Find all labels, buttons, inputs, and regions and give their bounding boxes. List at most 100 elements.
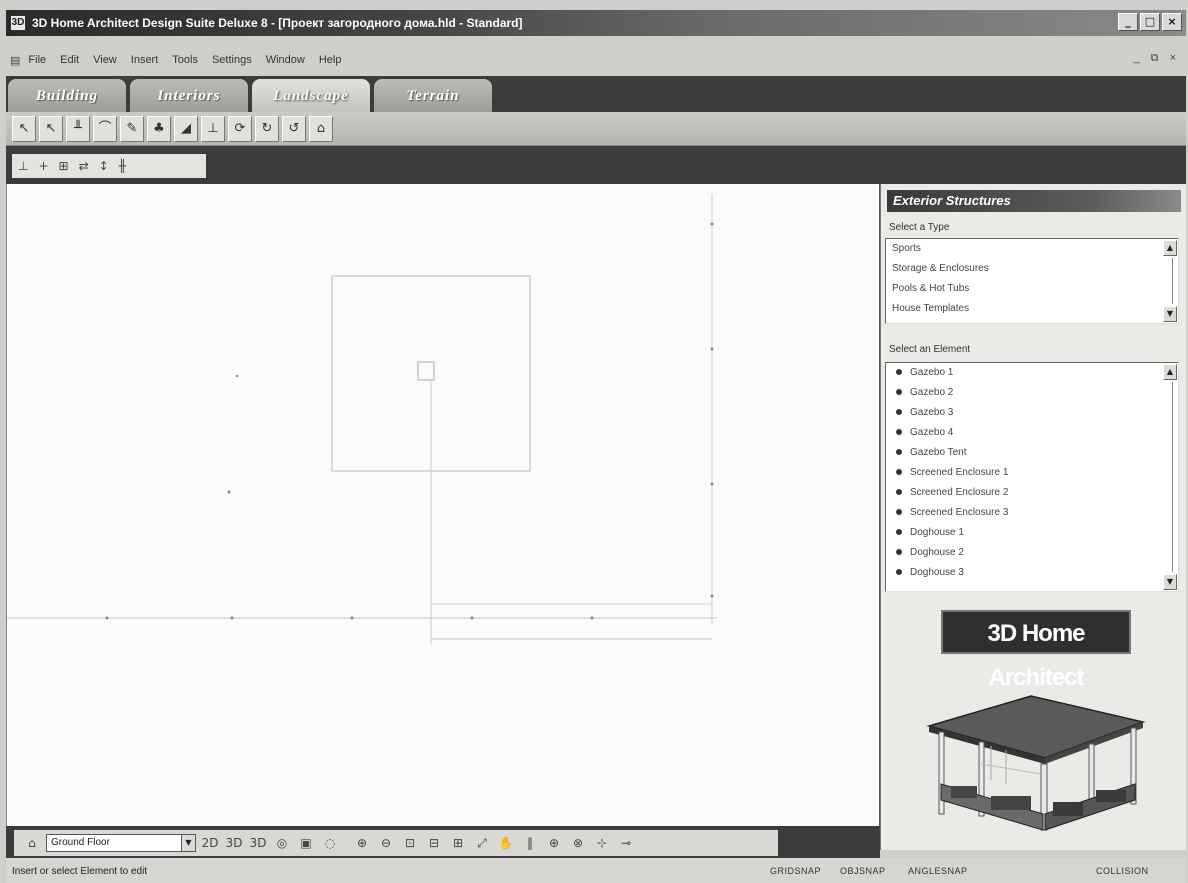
align-icon[interactable]: ⊥ <box>18 159 28 173</box>
list-item[interactable]: Gazebo 3 <box>886 403 1178 423</box>
menu-help[interactable]: Help <box>319 54 342 66</box>
plan-canvas[interactable] <box>6 184 880 850</box>
edit-tool-group: ⊥ + ⊞ ⇄ ↕ ╫ <box>12 154 206 178</box>
bullet-icon <box>896 469 902 476</box>
anglesnap-indicator[interactable]: ANGLESNAP <box>908 866 968 876</box>
view-3d-button[interactable]: 3D <box>224 833 244 853</box>
tab-interiors[interactable]: Interiors <box>130 79 248 112</box>
gridsnap-indicator[interactable]: GRIDSNAP <box>770 866 821 876</box>
house-icon[interactable]: ⌂ <box>309 115 333 142</box>
bullet-icon <box>896 549 902 556</box>
type-item[interactable]: Storage & Enclosures <box>886 259 1178 279</box>
cross-icon[interactable]: ⊗ <box>568 833 588 853</box>
floor-select[interactable]: Ground Floor ▼ <box>46 834 196 852</box>
app-icon[interactable]: 3D <box>10 15 26 31</box>
resize-icon[interactable]: ↕ <box>99 159 109 173</box>
bullet-icon <box>896 489 902 496</box>
type-item[interactable]: Pools & Hot Tubs <box>886 279 1178 299</box>
layers-icon[interactable]: ▣ <box>296 833 316 853</box>
type-item[interactable]: Sports <box>886 239 1178 259</box>
grid-icon[interactable]: ⊞ <box>59 159 69 173</box>
select-plus-icon[interactable]: ↖ <box>39 115 63 142</box>
list-item[interactable]: Screened Enclosure 3 <box>886 503 1178 523</box>
element-listbox[interactable]: Gazebo 1 Gazebo 2 Gazebo 3 Gazebo 4 Gaze… <box>885 362 1179 592</box>
menu-window[interactable]: Window <box>266 54 305 66</box>
view-toolbar: ⌂ Ground Floor ▼ 2D 3D 3D ◎ ▣ ◌ ⊕ ⊖ ⊡ ⊟ … <box>6 826 880 858</box>
lasso-icon[interactable]: ↺ <box>282 115 306 142</box>
title-bar[interactable]: 3D 3D Home Architect Design Suite Deluxe… <box>6 10 1186 36</box>
document-icon[interactable]: ▤ <box>10 54 20 67</box>
view-2d-button[interactable]: 2D <box>200 833 220 853</box>
tab-building[interactable]: Building <box>8 79 126 112</box>
scroll-down-icon[interactable]: ▼ <box>1163 306 1177 322</box>
type-item[interactable]: House Templates <box>886 299 1178 319</box>
zoom-window-icon[interactable]: ⊡ <box>400 833 420 853</box>
type-scrollbar[interactable]: ▲ ▼ <box>1163 240 1177 322</box>
element-scrollbar[interactable]: ▲ ▼ <box>1163 364 1177 590</box>
zoom-previous-icon[interactable]: ⊟ <box>424 833 444 853</box>
collision-indicator[interactable]: COLLISION <box>1096 866 1149 876</box>
rotate-view-icon[interactable]: ◌ <box>320 833 340 853</box>
menu-edit[interactable]: Edit <box>60 54 79 66</box>
pencil-icon[interactable]: ✎ <box>120 115 144 142</box>
menu-insert[interactable]: Insert <box>131 54 159 66</box>
minimize-button[interactable]: _ <box>1118 13 1138 31</box>
menu-tools[interactable]: Tools <box>172 54 198 66</box>
zoom-out-icon[interactable]: ⊖ <box>376 833 396 853</box>
bullet-icon <box>896 449 902 456</box>
edit-toolbar: ⊥ + ⊞ ⇄ ↕ ╫ <box>6 146 1186 184</box>
objsnap-indicator[interactable]: OBJSNAP <box>840 866 886 876</box>
close-button[interactable]: × <box>1162 13 1182 31</box>
scroll-up-icon[interactable]: ▲ <box>1163 240 1177 256</box>
bullet-icon <box>896 409 902 416</box>
floor-icon[interactable]: ⌂ <box>22 833 42 853</box>
menu-file[interactable]: File <box>28 54 46 66</box>
plant-icon[interactable]: ♣ <box>147 115 171 142</box>
scroll-down-icon[interactable]: ▼ <box>1163 574 1177 590</box>
move-icon[interactable]: ⇄ <box>79 159 89 173</box>
panel-title: Exterior Structures <box>887 190 1181 212</box>
select-arrow-icon[interactable]: ↖ <box>12 115 36 142</box>
list-item[interactable]: Gazebo 1 <box>886 363 1178 383</box>
add-point-icon[interactable]: + <box>38 159 48 173</box>
path-icon[interactable]: ⌒ <box>93 115 117 142</box>
scroll-up-icon[interactable]: ▲ <box>1163 364 1177 380</box>
fit-icon[interactable]: ⤢ <box>472 833 492 853</box>
menu-settings[interactable]: Settings <box>212 54 252 66</box>
measure-icon[interactable]: ⊸ <box>616 833 636 853</box>
paint-icon[interactable]: ◢ <box>174 115 198 142</box>
tab-landscape[interactable]: Landscape <box>252 79 370 112</box>
list-item[interactable]: Doghouse 3 <box>886 563 1178 583</box>
view-3d-alt-button[interactable]: 3D <box>248 833 268 853</box>
rotate-icon[interactable]: ↻ <box>255 115 279 142</box>
bullet-icon <box>896 529 902 536</box>
fence-icon[interactable]: ╨ <box>66 115 90 142</box>
type-listbox[interactable]: Sports Storage & Enclosures Pools & Hot … <box>885 238 1179 324</box>
refresh-icon[interactable]: ⟳ <box>228 115 252 142</box>
list-item[interactable]: Screened Enclosure 1 <box>886 463 1178 483</box>
exterior-structures-panel: Exterior Structures Select a Type Sports… <box>880 184 1186 850</box>
list-item[interactable]: Doghouse 1 <box>886 523 1178 543</box>
target-icon[interactable]: ⊕ <box>544 833 564 853</box>
selection-handle[interactable] <box>417 361 435 381</box>
list-item[interactable]: Gazebo Tent <box>886 443 1178 463</box>
chevron-down-icon[interactable]: ▼ <box>181 835 195 851</box>
zoom-all-icon[interactable]: ⊞ <box>448 833 468 853</box>
list-item[interactable]: Screened Enclosure 2 <box>886 483 1178 503</box>
main-toolbar: ↖ ↖ ╨ ⌒ ✎ ♣ ◢ ⊥ ⟳ ↻ ↺ ⌂ <box>6 112 1186 146</box>
walkthrough-icon[interactable]: ◎ <box>272 833 292 853</box>
parallel-icon[interactable]: ╫ <box>119 159 126 173</box>
list-item[interactable]: Gazebo 4 <box>886 423 1178 443</box>
pause-icon[interactable]: ‖ <box>520 833 540 853</box>
document-window-controls[interactable]: _ ⧉ × <box>1133 52 1180 65</box>
list-item[interactable]: Gazebo 2 <box>886 383 1178 403</box>
pan-icon[interactable]: ✋ <box>496 833 516 853</box>
zoom-in-icon[interactable]: ⊕ <box>352 833 372 853</box>
text-icon[interactable]: ⊥ <box>201 115 225 142</box>
snap-icon[interactable]: ⊹ <box>592 833 612 853</box>
list-item[interactable]: Doghouse 2 <box>886 543 1178 563</box>
menu-view[interactable]: View <box>93 54 117 66</box>
tab-terrain[interactable]: Terrain <box>374 79 492 112</box>
element-label: Select an Element <box>889 344 971 355</box>
maximize-button[interactable]: □ <box>1140 13 1160 31</box>
